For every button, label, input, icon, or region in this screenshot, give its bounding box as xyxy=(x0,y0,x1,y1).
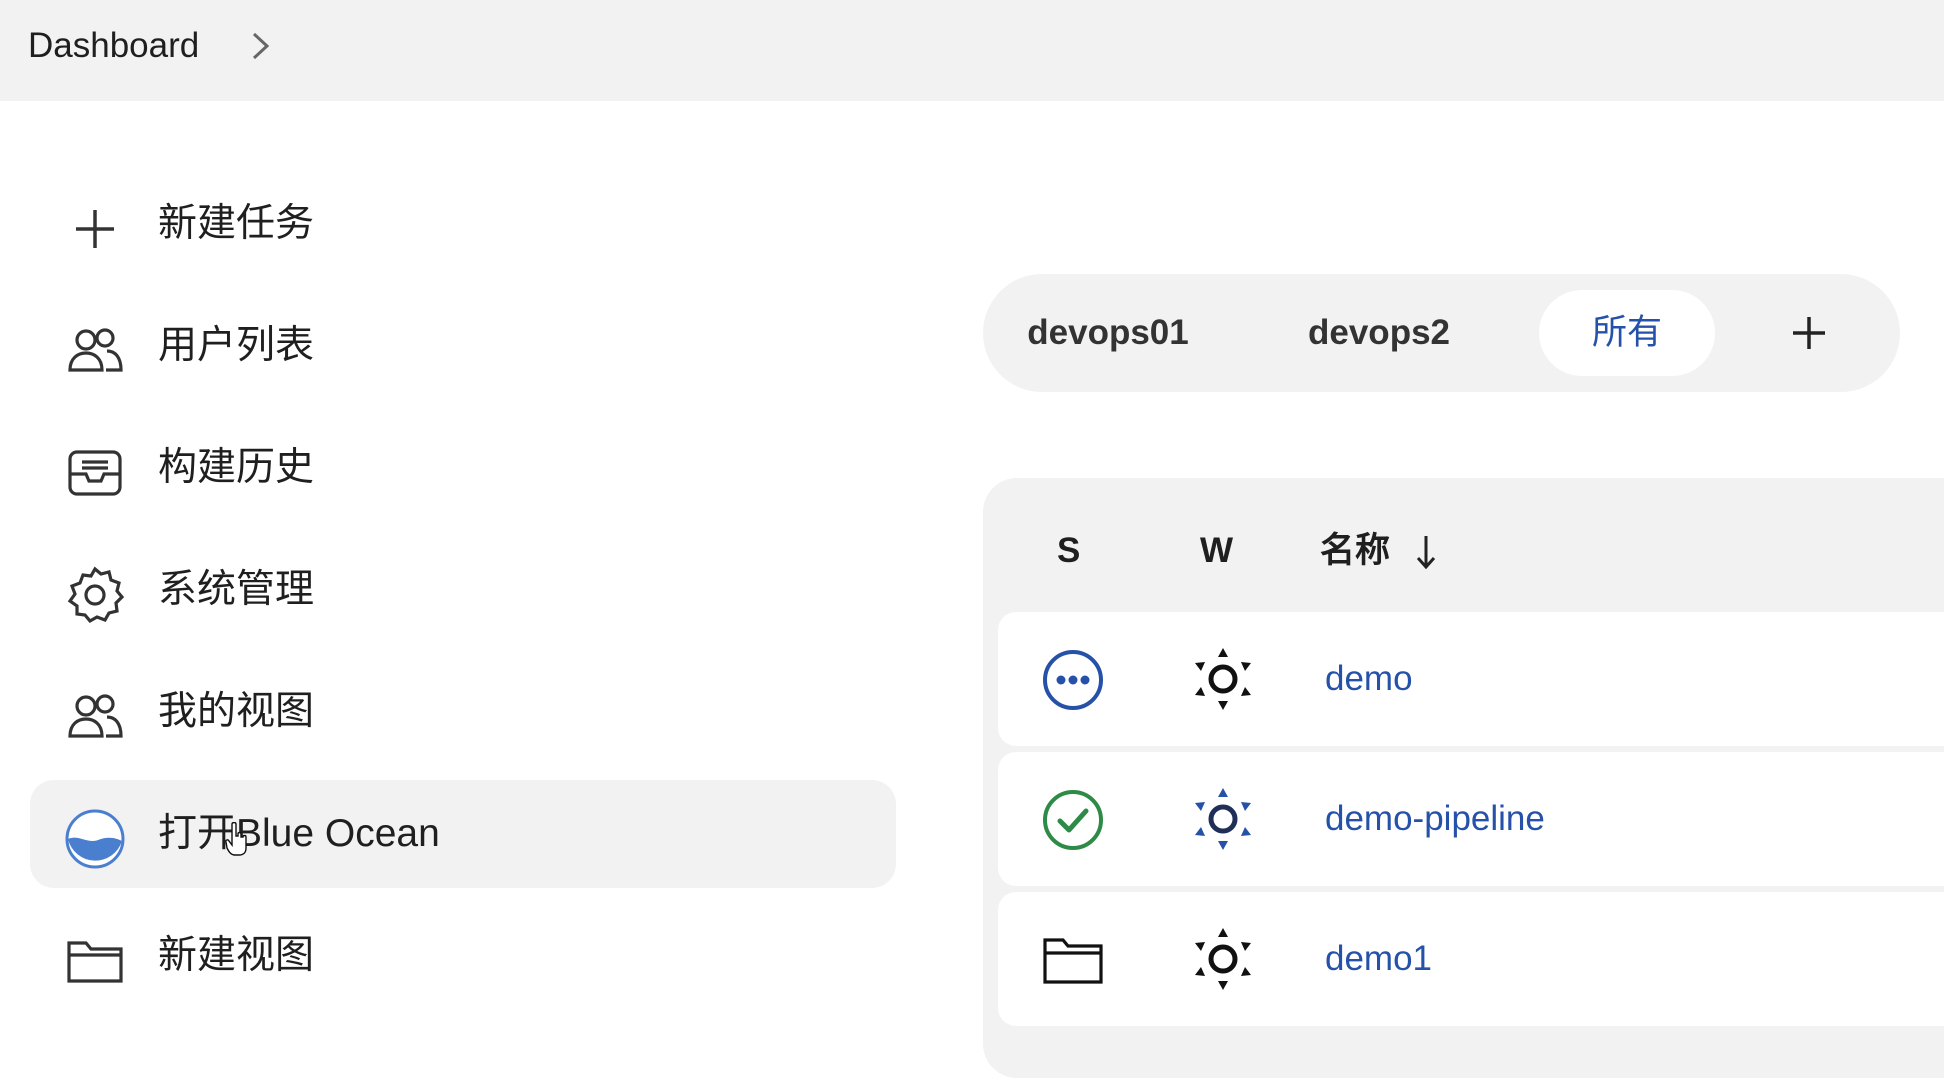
success-check-icon xyxy=(1043,790,1103,850)
table-row[interactable]: demo xyxy=(998,612,1944,746)
table-row[interactable]: demo-pipeline xyxy=(998,752,1944,886)
in-progress-icon xyxy=(1043,650,1103,710)
folder-icon xyxy=(67,941,123,983)
sidebar-item-my-views[interactable]: 我的视图 xyxy=(30,658,896,766)
column-header-name[interactable]: 名称 xyxy=(1320,526,1390,576)
sidebar-item-label: 用户列表 xyxy=(158,324,315,367)
sidebar-item-new-view[interactable]: 新建视图 xyxy=(30,902,896,1010)
sort-descending-arrow-icon xyxy=(1416,536,1436,570)
tab-devops2[interactable]: devops2 xyxy=(1301,290,1457,376)
sidebar-item-label: 打开Blue Ocean xyxy=(158,812,440,855)
tab-all[interactable]: 所有 xyxy=(1539,290,1715,376)
add-view-plus-icon[interactable] xyxy=(1788,312,1830,354)
plus-icon xyxy=(76,210,114,248)
job-link[interactable]: demo xyxy=(1325,612,1413,746)
sun-icon xyxy=(1195,648,1251,710)
sidebar-item-system-admin[interactable]: 系统管理 xyxy=(30,536,896,644)
column-header-status[interactable]: S xyxy=(1057,526,1080,576)
jobs-table: S W 名称 demo demo-pipeline demo1 xyxy=(983,478,1944,1078)
sun-icon xyxy=(1195,928,1251,990)
breadcrumb-bar: Dashboard xyxy=(0,0,1944,101)
sidebar-item-label: 新建视图 xyxy=(158,934,315,977)
gear-icon xyxy=(67,566,125,624)
column-header-weather[interactable]: W xyxy=(1200,526,1233,576)
folder-icon xyxy=(1043,938,1103,984)
people-icon xyxy=(68,328,123,372)
sidebar-item-label: 系统管理 xyxy=(158,568,315,611)
sidebar-item-users[interactable]: 用户列表 xyxy=(30,292,896,400)
tab-devops01[interactable]: devops01 xyxy=(1023,290,1193,376)
table-row[interactable]: demo1 xyxy=(998,892,1944,1026)
sidebar-item-label: 新建任务 xyxy=(158,202,315,245)
sidebar-item-label: 我的视图 xyxy=(158,690,315,733)
blue-ocean-icon xyxy=(65,809,125,869)
job-link[interactable]: demo-pipeline xyxy=(1325,752,1545,886)
inbox-icon xyxy=(68,450,122,496)
view-tabs: devops01 devops2 所有 xyxy=(983,274,1900,392)
sidebar-item-build-history[interactable]: 构建历史 xyxy=(30,414,896,522)
people-icon xyxy=(68,694,123,738)
sun-icon xyxy=(1195,788,1251,850)
sidebar-item-label: 构建历史 xyxy=(158,446,315,489)
sidebar-item-blue-ocean[interactable]: 打开Blue Ocean xyxy=(30,780,896,888)
chevron-right-icon xyxy=(252,32,270,60)
sidebar-item-new-task[interactable]: 新建任务 xyxy=(30,170,896,278)
job-link[interactable]: demo1 xyxy=(1325,892,1432,1026)
hand-cursor-icon xyxy=(225,822,247,856)
breadcrumb-dashboard[interactable]: Dashboard xyxy=(28,24,199,68)
